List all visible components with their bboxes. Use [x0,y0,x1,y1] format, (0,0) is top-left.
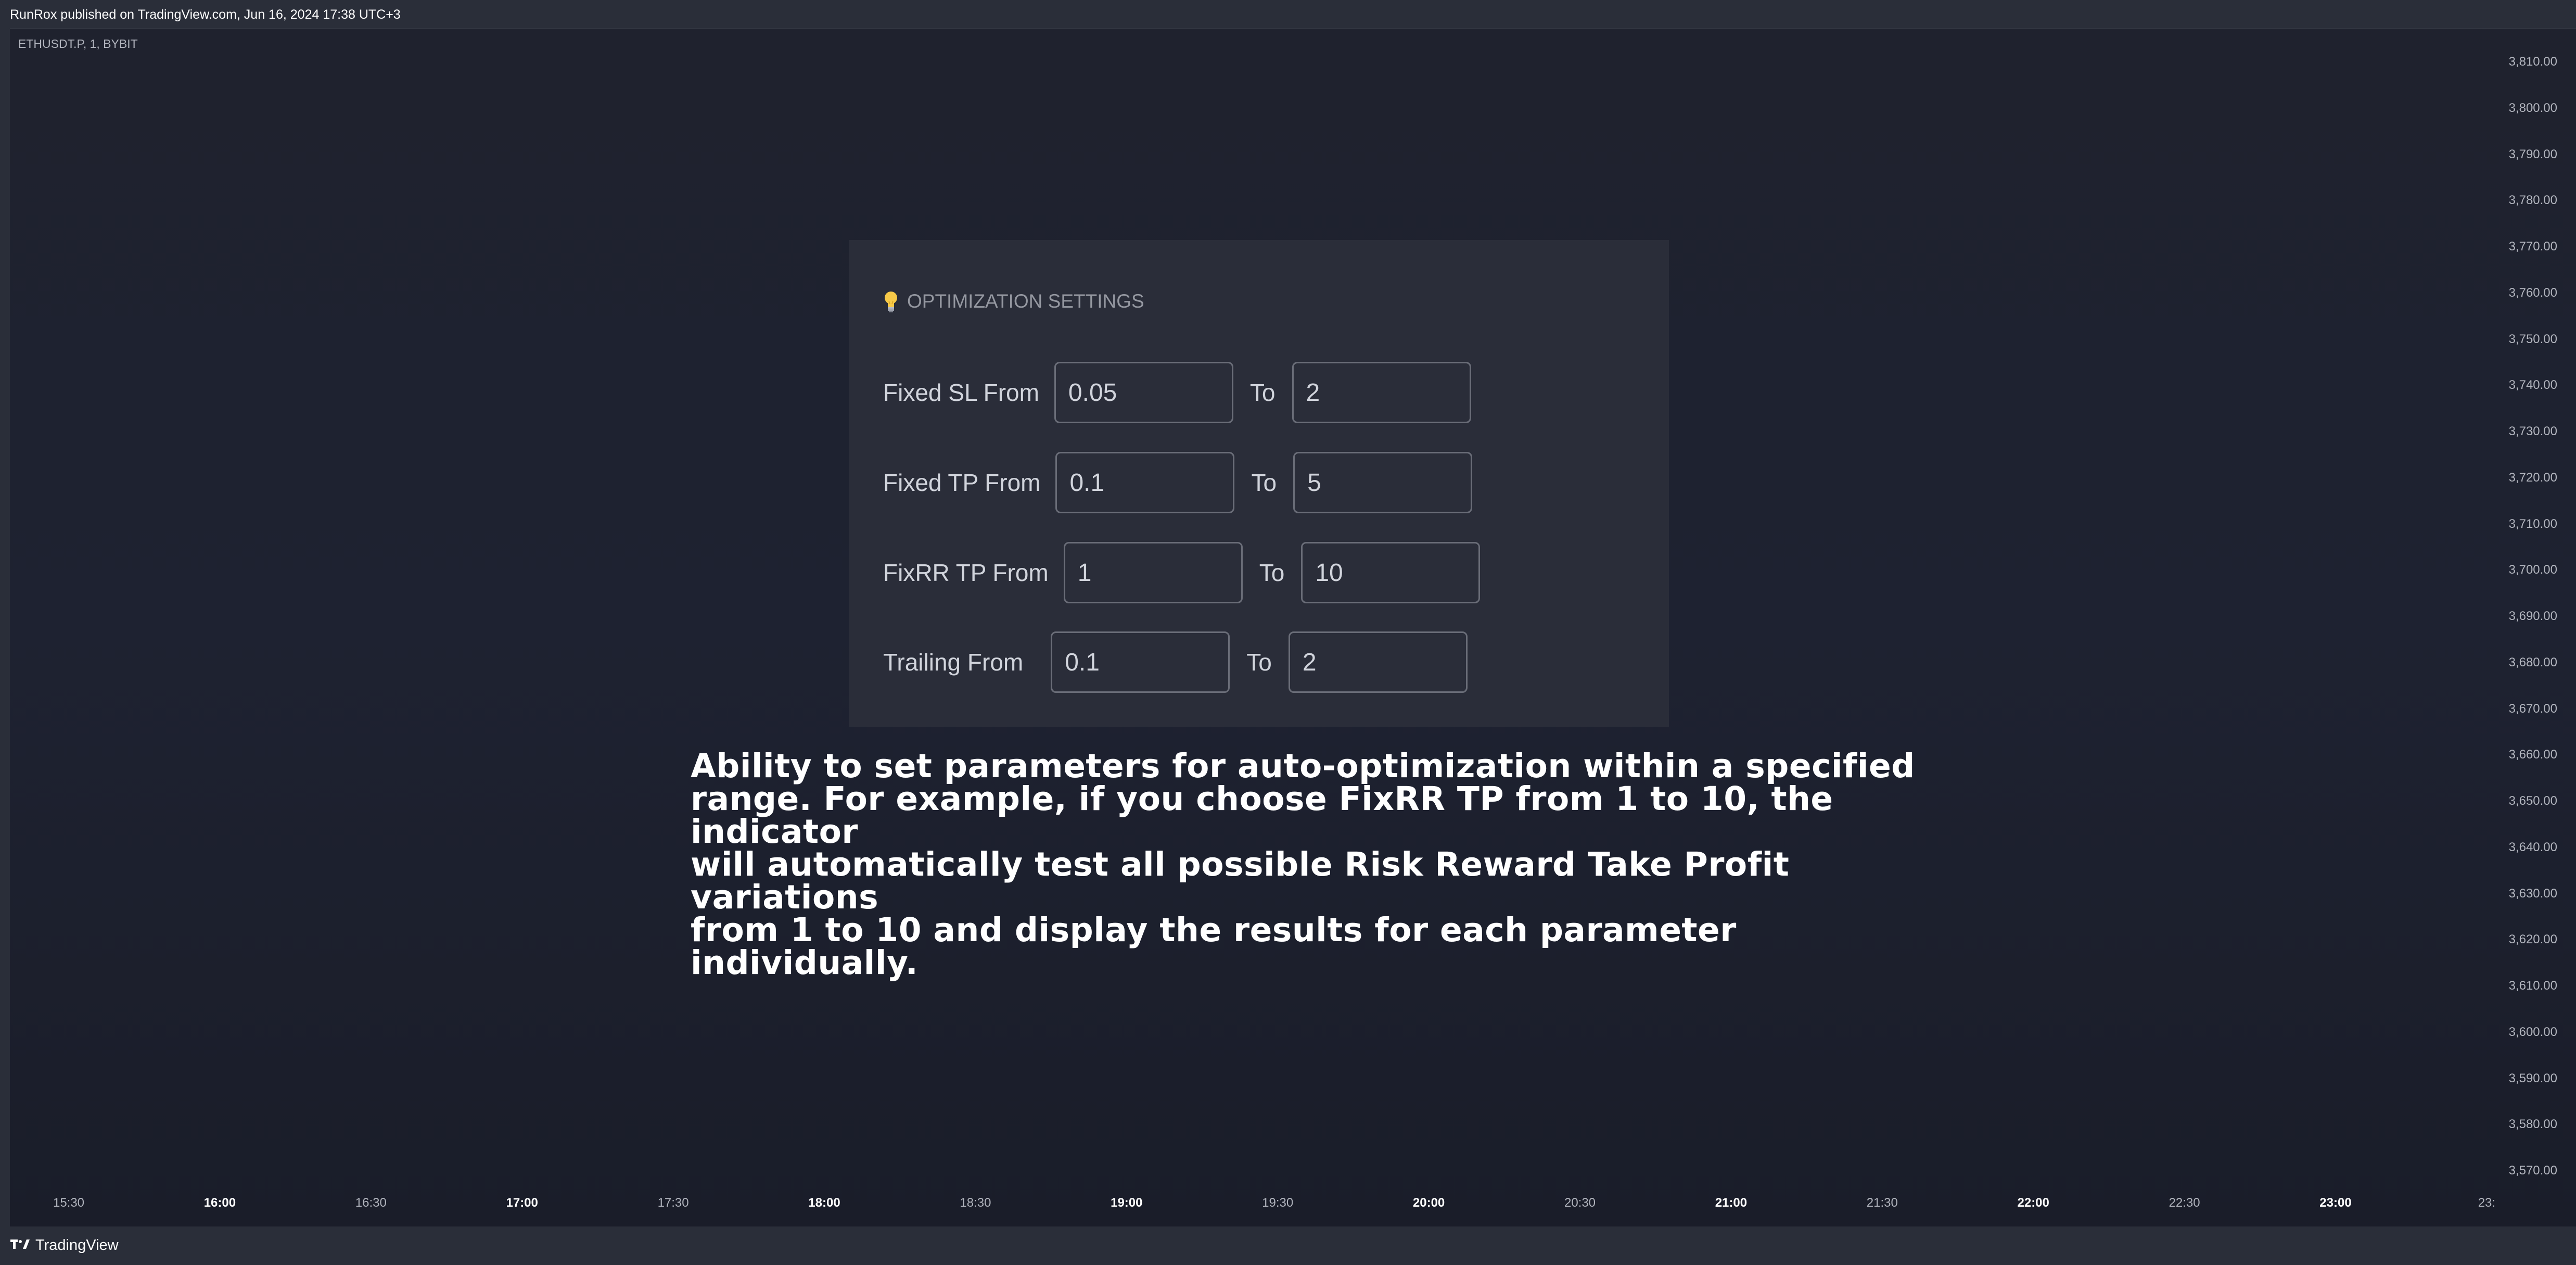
tradingview-brand-text: TradingView [35,1237,119,1254]
price-tick-label: 3,780.00 [2508,193,2557,208]
time-tick-label: 17:00 [506,1196,538,1210]
fixed-sl-label: Fixed SL From [883,379,1039,406]
price-tick-label: 3,640.00 [2508,840,2557,854]
trailing-from-input[interactable] [1051,631,1230,693]
time-tick-label: 15:30 [53,1196,85,1210]
time-tick-label: 19:00 [1111,1196,1143,1210]
fixed-sl-row: Fixed SL From To [883,362,1471,423]
fixed-tp-row: Fixed TP From To [883,452,1473,513]
time-tick-label: 20:30 [1564,1196,1596,1210]
optimization-settings-panel: OPTIMIZATION SETTINGS Fixed SL From To F… [849,240,1669,727]
to-label: To [1251,469,1277,496]
to-label: To [1246,649,1272,676]
price-tick-label: 3,760.00 [2508,285,2557,300]
time-tick-label: 21:30 [1866,1196,1898,1210]
fixrr-tp-row: FixRR TP From To [883,542,1481,603]
price-tick-label: 3,770.00 [2508,239,2557,254]
time-tick-label: 18:30 [960,1196,991,1210]
fixed-sl-from-input[interactable] [1054,362,1233,423]
price-tick-label: 3,740.00 [2508,378,2557,393]
fixrr-tp-from-input[interactable] [1063,542,1243,603]
symbol-label: ETHUSDT.P, 1, BYBIT [18,37,138,50]
lightbulb-icon [883,290,899,312]
to-label: To [1259,559,1285,586]
time-tick-label: 16:30 [355,1196,387,1210]
price-tick-label: 3,690.00 [2508,609,2557,623]
time-tick-label: 22:00 [2017,1196,2049,1210]
tradingview-brand[interactable]: TradingView [10,1237,119,1254]
price-tick-label: 3,710.00 [2508,516,2557,531]
time-tick-label: 16:00 [203,1196,236,1210]
time-tick-label: 23:00 [2319,1196,2352,1210]
panel-title: OPTIMIZATION SETTINGS [883,290,1144,312]
time-tick-label: 19:30 [1262,1196,1294,1210]
price-tick-label: 3,680.00 [2508,655,2557,669]
price-tick-label: 3,670.00 [2508,701,2557,716]
price-tick-label: 3,750.00 [2508,332,2557,346]
time-tick-label: 22:30 [2169,1196,2200,1210]
price-tick-label: 3,810.00 [2508,55,2557,69]
price-tick-label: 3,700.00 [2508,563,2557,577]
fixed-tp-label: Fixed TP From [883,469,1041,496]
price-tick-label: 3,590.00 [2508,1071,2557,1085]
fixed-tp-from-input[interactable] [1055,452,1235,513]
price-tick-label: 3,790.00 [2508,147,2557,161]
time-tick-label: 23: [2478,1196,2496,1210]
tradingview-logo-icon [10,1238,30,1253]
time-tick-label: 21:00 [1715,1196,1748,1210]
time-tick-label: 17:30 [657,1196,689,1210]
price-axis[interactable]: 3,810.00 3,800.00 3,790.00 3,780.00 3,770.00… [2488,29,2576,1227]
price-tick-label: 3,630.00 [2508,886,2557,901]
publish-info-text: RunRox published on TradingView.com, Jun… [10,7,401,22]
price-tick-label: 3,800.00 [2508,100,2557,115]
price-tick-label: 3,730.00 [2508,424,2557,438]
trailing-to-input[interactable] [1288,631,1468,693]
fixrr-tp-label: FixRR TP From [883,559,1049,586]
price-tick-label: 3,600.00 [2508,1024,2557,1039]
description-caption: Ability to set parameters for auto-optim… [691,750,1919,979]
caption-line: will automatically test all possible Ris… [691,845,1790,916]
panel-title-text: OPTIMIZATION SETTINGS [907,290,1144,312]
time-axis[interactable]: 15:30 16:00 16:30 17:00 17:30 18:00 18:30 19:00… [10,1185,2495,1227]
time-tick-label: 18:00 [808,1196,840,1210]
price-tick-label: 3,720.00 [2508,470,2557,485]
fixrr-tp-to-input[interactable] [1301,542,1481,603]
price-tick-label: 3,620.00 [2508,932,2557,947]
price-tick-label: 3,610.00 [2508,979,2557,993]
price-tick-label: 3,570.00 [2508,1163,2557,1178]
fixed-tp-to-input[interactable] [1293,452,1473,513]
fixed-sl-to-input[interactable] [1292,362,1471,423]
publish-bar: RunRox published on TradingView.com, Jun… [0,0,2576,28]
price-tick-label: 3,580.00 [2508,1117,2557,1132]
footer-bar: TradingView [0,1226,2576,1265]
caption-line: Ability to set parameters for auto-optim… [691,747,1915,785]
time-tick-label: 20:00 [1412,1196,1445,1210]
caption-line: range. For example, if you choose FixRR … [691,780,1833,851]
price-tick-label: 3,660.00 [2508,748,2557,762]
trailing-row: Trailing From To [883,631,1468,693]
to-label: To [1249,379,1276,406]
caption-line: from 1 to 10 and display the results for… [691,911,1737,982]
price-tick-label: 3,650.00 [2508,794,2557,808]
trailing-label: Trailing From [883,649,1024,676]
